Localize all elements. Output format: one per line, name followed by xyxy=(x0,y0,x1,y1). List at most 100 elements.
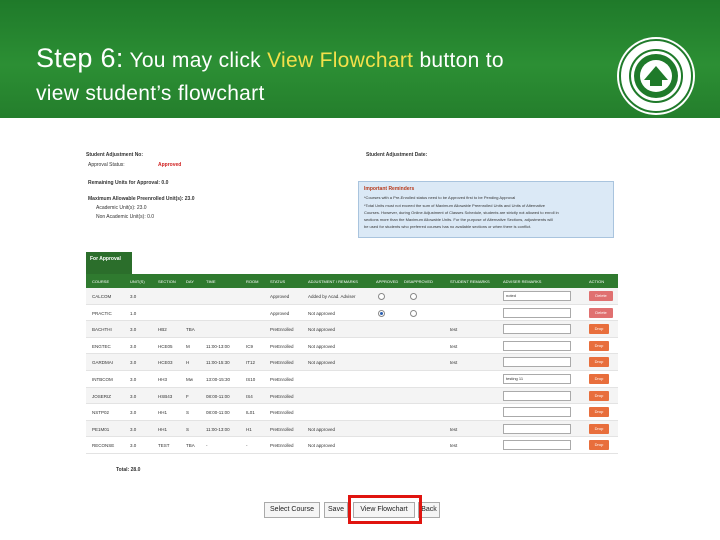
cell-units: 3.0 xyxy=(130,360,137,366)
disapprove-radio[interactable] xyxy=(410,309,417,317)
drop-button[interactable]: Drop xyxy=(589,357,609,368)
academic-units: Academic Unit(s): 23.0 xyxy=(96,205,147,211)
cell-status: PreEnrolled xyxy=(270,327,294,333)
cell-course: JOSERIZ xyxy=(92,393,112,399)
cell-room: - xyxy=(246,443,248,449)
cell-remarks: Added by Acad. Adviser xyxy=(308,294,356,299)
select-course-button[interactable]: Select Course xyxy=(264,502,320,518)
cell-remarks: Not approved xyxy=(308,360,336,366)
cell-units: 3.0 xyxy=(130,294,137,299)
adviser-remarks-input[interactable] xyxy=(503,423,571,434)
disapprove-radio[interactable] xyxy=(410,293,417,300)
drop-button[interactable]: Drop xyxy=(589,340,609,351)
cell-time: - xyxy=(206,443,208,449)
cell-remarks: Not approved xyxy=(308,443,336,449)
view-flowchart-highlight xyxy=(348,495,422,524)
drop-button[interactable]: Drop xyxy=(589,407,609,418)
units-total: Total: 28.0 xyxy=(116,467,141,473)
cell-course: RECONSE xyxy=(92,443,115,449)
for-approval-tab[interactable]: For Approval xyxy=(86,252,132,274)
save-button[interactable]: Save xyxy=(324,502,348,518)
adviser-remarks-input[interactable] xyxy=(503,390,571,401)
cell-status: PreEnrolled xyxy=(270,426,294,432)
slide-title: Step 6: You may click View Flowchart but… xyxy=(36,42,626,110)
cell-day: S xyxy=(186,410,190,416)
cell-day: TBA xyxy=(186,327,195,333)
table-row: CALCOM 3.0 Approved Added by Acad. Adviser n… xyxy=(86,288,618,305)
cell-student-remarks: test xyxy=(450,443,458,449)
cell-student-remarks: test xyxy=(450,327,458,333)
table-row: ENGTEC 3.0 HCE05 M 11:00-13:00 IC9 PreEnrolled… xyxy=(86,338,618,355)
cell-time: 13:00-15:30 xyxy=(206,376,231,382)
adviser-remarks-input[interactable]: testing 11 xyxy=(503,373,571,384)
cell-time: 11:00-13:00 xyxy=(206,343,230,349)
cell-section: HB2 xyxy=(158,327,167,333)
courses-table: COURSE UNIT(S) SECTION DAY TIME ROOM STA… xyxy=(86,274,618,454)
cell-room: IS10 xyxy=(246,376,256,382)
col-header: ACTION xyxy=(589,279,605,284)
cell-room: IC9 xyxy=(246,343,254,349)
college-seal-logo xyxy=(617,37,695,115)
drop-button[interactable]: Drop xyxy=(589,390,609,401)
delete-button[interactable]: Delete xyxy=(589,307,613,318)
table-row: GARDMAI 3.0 HCE03 H 11:00-15:30 IT12 PreEnroll… xyxy=(86,354,618,371)
reminder-line: Courses. However, during Online Adjustme… xyxy=(364,210,559,215)
adviser-remarks-input[interactable] xyxy=(503,340,571,351)
cell-day: F xyxy=(186,393,189,399)
cell-time: 11:00-15:30 xyxy=(206,360,230,366)
col-header: DAY xyxy=(186,279,194,284)
col-header: STATUS xyxy=(270,279,286,284)
cell-course: PRACTIC xyxy=(92,310,112,316)
cell-units: 1.0 xyxy=(130,310,137,316)
enrollment-screenshot: Student Adjustment No: Approval Status: … xyxy=(86,144,618,524)
cell-room: IL01 xyxy=(246,410,255,416)
cell-time: 08:00-11:00 xyxy=(206,393,230,399)
table-row: PRACTIC 1.0 Approved Not approved Delete xyxy=(86,305,618,322)
cell-time: 08:00-11:00 xyxy=(206,410,230,416)
cell-status: PreEnrolled xyxy=(270,360,294,366)
drop-button[interactable]: Drop xyxy=(589,324,609,335)
adviser-remarks-input[interactable] xyxy=(503,324,571,335)
cell-course: CALCOM xyxy=(92,294,112,299)
adviser-remarks-input[interactable] xyxy=(503,440,571,451)
adviser-remarks-input[interactable] xyxy=(503,307,571,318)
drop-button[interactable]: Drop xyxy=(589,423,609,434)
cell-units: 3.0 xyxy=(130,376,137,382)
step-label: Step 6: xyxy=(36,43,124,73)
delete-button[interactable]: Delete xyxy=(589,291,613,301)
col-header: ROOM xyxy=(246,279,259,284)
table-row: INTBCOM 3.0 HH3 Mw 13:00-15:30 IS10 PreEnrolle… xyxy=(86,371,618,388)
cell-units: 3.0 xyxy=(130,327,137,333)
drop-button[interactable]: Drop xyxy=(589,373,609,384)
cell-section: TEST xyxy=(158,443,170,449)
table-row: NSTP02 3.0 HH1 S 08:00-11:00 IL01 PreEnrolled D… xyxy=(86,404,618,421)
cell-units: 3.0 xyxy=(130,393,137,399)
cell-units: 3.0 xyxy=(130,343,137,349)
reminder-line: *Total Units must not exceed the sum of … xyxy=(364,203,545,208)
cell-room: IT12 xyxy=(246,360,256,366)
cell-units: 3.0 xyxy=(130,443,137,449)
cell-status: PreEnrolled xyxy=(270,443,294,449)
cell-status: Approved xyxy=(270,310,290,316)
cell-section: HH1 xyxy=(158,426,168,432)
cell-course: GARDMAI xyxy=(92,360,114,366)
cell-units: 3.0 xyxy=(130,426,137,432)
cell-remarks: Not approved xyxy=(308,343,336,349)
adviser-remarks-input[interactable] xyxy=(503,357,571,368)
cell-section: HCE05 xyxy=(158,343,173,349)
approve-radio[interactable] xyxy=(378,309,385,317)
cell-remarks: Not approved xyxy=(308,327,336,333)
cell-student-remarks: test xyxy=(450,360,458,366)
reminders-title: Important Reminders xyxy=(364,186,415,192)
cell-remarks: Not approved xyxy=(308,310,336,316)
cell-day: S xyxy=(186,426,190,432)
cell-section: HH3 xyxy=(158,376,168,382)
drop-button[interactable]: Drop xyxy=(589,440,609,451)
adviser-remarks-input[interactable] xyxy=(503,407,571,418)
adviser-remarks-input[interactable]: noted xyxy=(503,291,571,301)
cell-status: PreEnrolled xyxy=(270,393,294,399)
reminder-line: be used for students who preferred cours… xyxy=(364,224,532,229)
approve-radio[interactable] xyxy=(378,293,385,300)
cell-course: INTBCOM xyxy=(92,376,113,382)
adjustment-no-label: Student Adjustment No: xyxy=(86,152,144,158)
